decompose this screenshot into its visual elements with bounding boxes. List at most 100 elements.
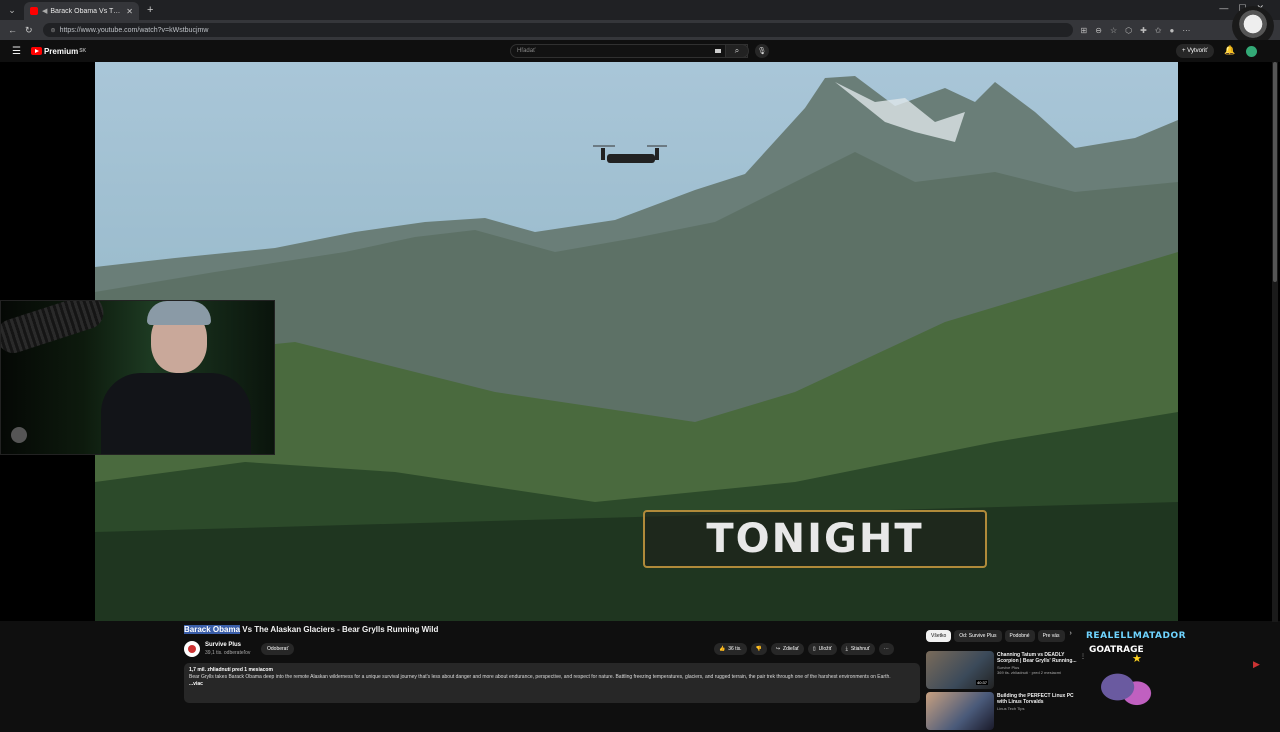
save-button[interactable]: ▯ Uložiť xyxy=(807,643,837,655)
url-field[interactable]: ⊜ https://www.youtube.com/watch?v=kWstbu… xyxy=(42,23,1073,37)
dislike-button[interactable]: 👎 xyxy=(750,643,767,655)
youtube-favicon-icon xyxy=(30,7,38,15)
like-count: 36 tis. xyxy=(728,646,742,652)
zoom-icon[interactable]: ⊖ xyxy=(1095,26,1102,35)
browser-tab[interactable]: ◀ Barack Obama Vs The Alaskan ✕ xyxy=(24,2,139,20)
video-actions: 👍 36 tis. 👎 ↪ Zdieľať ▯ Uložiť ⤓ Stiahnuť ⋯ xyxy=(714,643,894,655)
chip-related[interactable]: Podobné xyxy=(1004,630,1035,642)
like-button[interactable]: 👍 36 tis. xyxy=(714,643,747,655)
overlay-text: TONIGHT xyxy=(706,516,924,562)
goat-mascot-image: ★ xyxy=(1092,653,1156,718)
recommendations-sidebar: Všetko Od: Survive Plus Podobné Pre vás … xyxy=(926,630,1086,730)
filter-chips: Všetko Od: Survive Plus Podobné Pre vás … xyxy=(926,630,1086,642)
recommendation-channel[interactable]: Linus Tech Tips xyxy=(997,706,1077,711)
video-info: Barack Obama Vs The Alaskan Glaciers - B… xyxy=(184,625,924,703)
extension-icon[interactable]: ⬡ xyxy=(1125,26,1132,35)
site-info-icon[interactable]: ⊜ xyxy=(51,27,56,34)
webcam-overlay xyxy=(0,300,275,455)
description-box[interactable]: 1,7 mil. zhliadnutí pred 1 mesiacom Bear… xyxy=(184,663,920,703)
scrollbar-thumb[interactable] xyxy=(1273,62,1277,282)
recommendation-thumbnail[interactable] xyxy=(926,692,994,730)
views-line: 1,7 mil. zhliadnutí pred 1 mesiacom xyxy=(189,667,273,673)
subscriber-count: 39,1 tis. odberateľov xyxy=(205,650,251,656)
microphone-image xyxy=(1,301,108,358)
search-icon: ⌕ xyxy=(734,46,740,55)
mic-icon: 🎙 xyxy=(757,48,767,55)
back-icon[interactable]: ← xyxy=(8,25,17,35)
logo-text: Premium xyxy=(43,46,79,56)
share-button[interactable]: ↪ Zdieľať xyxy=(770,643,804,655)
search-placeholder: Hľadať xyxy=(517,48,536,54)
chip-all[interactable]: Všetko xyxy=(926,630,952,642)
thumb-up-icon: 👍 xyxy=(719,646,726,652)
aircraft xyxy=(593,145,667,163)
share-icon: ↪ xyxy=(775,646,781,652)
channel-row: Survive Plus 39,1 tis. odberateľov Odobe… xyxy=(184,639,924,659)
youtube-premium-logo[interactable]: Premium SK xyxy=(30,46,87,56)
logo-country: SK xyxy=(79,48,87,54)
tab-title: Barack Obama Vs The Alaskan xyxy=(50,7,123,15)
browser-tab-bar: ⌄ ◀ Barack Obama Vs The Alaskan ✕ + —☐✕ xyxy=(0,0,1280,20)
recommendation-item[interactable]: 40:37 Channing Tatum vs DEADLY Scorpion … xyxy=(926,651,1086,691)
create-button[interactable]: + Vytvoriť xyxy=(1176,44,1214,58)
chip-from-channel[interactable]: Od: Survive Plus xyxy=(954,630,1002,642)
chips-next-icon[interactable]: › xyxy=(1070,630,1072,642)
page-scrollbar[interactable] xyxy=(1272,62,1278,622)
more-actions-button[interactable]: ⋯ xyxy=(878,643,894,655)
recommendation-meta: Linus Tech Tips xyxy=(997,706,1077,711)
audio-playing-icon[interactable]: ◀ xyxy=(42,7,47,15)
recommendation-menu-icon[interactable]: ⋮ xyxy=(1080,653,1086,660)
save-label: Uložiť xyxy=(818,646,832,652)
browser-menu-icon[interactable]: ⋯ xyxy=(1182,26,1190,35)
description-text: Bear Grylls takes Barack Obama deep into… xyxy=(189,674,891,680)
new-tab-icon[interactable]: + xyxy=(147,4,153,16)
reload-icon[interactable]: ↻ xyxy=(25,25,33,36)
recommendation-title[interactable]: Channing Tatum vs DEADLY Scorpion | Bear… xyxy=(997,652,1077,664)
menu-hamburger-icon[interactable]: ☰ xyxy=(12,46,21,57)
star-icon: ★ xyxy=(1132,653,1142,665)
video-duration: 40:37 xyxy=(976,680,989,685)
video-title: Barack Obama Vs The Alaskan Glaciers - B… xyxy=(184,625,924,634)
streamer-name-overlay: REALELLMATADOR xyxy=(1086,631,1187,641)
favorites-icon[interactable]: ✩ xyxy=(1155,26,1162,35)
keyboard-icon[interactable] xyxy=(715,49,721,53)
search-button[interactable]: ⌕ xyxy=(725,44,749,58)
recommendation-stats: 369 tis. zhliadnutí · pred 2 mesiacmi xyxy=(997,670,1062,675)
voice-search-button[interactable]: 🎙 xyxy=(755,44,769,58)
profile-icon[interactable]: ● xyxy=(1170,26,1175,35)
show-more-link[interactable]: ...viac xyxy=(189,681,915,688)
recommendation-item[interactable]: Building the PERFECT Linux PC with Linus… xyxy=(926,692,1086,732)
download-label: Stiahnuť xyxy=(850,646,870,652)
streamer-body xyxy=(101,373,251,454)
webcam-logo-icon xyxy=(11,427,27,443)
channel-avatar[interactable] xyxy=(184,641,200,657)
address-bar-row: ← ↻ ⊜ https://www.youtube.com/watch?v=kW… xyxy=(0,20,1280,40)
recommendation-title[interactable]: Building the PERFECT Linux PC with Linus… xyxy=(997,693,1077,705)
streamer-cap xyxy=(147,301,211,325)
url-text: https://www.youtube.com/watch?v=kWstbucj… xyxy=(59,26,209,34)
download-icon: ⤓ xyxy=(845,646,848,652)
recommendation-meta: Survive Plus 369 tis. zhliadnutí · pred … xyxy=(997,665,1077,675)
channel-name[interactable]: Survive Plus xyxy=(205,642,241,648)
download-button[interactable]: ⤓ Stiahnuť xyxy=(840,643,875,655)
youtube-header: ☰ Premium SK Hľadať ⌕ 🎙 + Vytvoriť 🔔 xyxy=(0,40,1280,62)
subscribe-button[interactable]: Odoberať xyxy=(261,643,295,655)
chip-for-you[interactable]: Pre vás xyxy=(1037,630,1065,642)
account-avatar[interactable] xyxy=(1246,46,1257,57)
tab-list-chevron-icon[interactable]: ⌄ xyxy=(4,2,20,18)
apps-icon[interactable]: ⊞ xyxy=(1081,26,1088,35)
create-label: Vytvoriť xyxy=(1187,48,1208,54)
close-tab-icon[interactable]: ✕ xyxy=(126,7,133,16)
more-icon: ⋯ xyxy=(883,646,889,652)
title-rest: Vs The Alaskan Glaciers - Bear Grylls Ru… xyxy=(240,625,439,634)
tonight-title-card: TONIGHT xyxy=(643,510,987,568)
extensions-puzzle-icon[interactable]: ✚ xyxy=(1140,26,1147,35)
youtube-watermark-icon: ▶ xyxy=(1253,659,1260,669)
title-highlighted-text[interactable]: Barack Obama xyxy=(184,625,241,634)
search-input[interactable]: Hľadať xyxy=(510,44,748,58)
bookmark-star-icon[interactable]: ☆ xyxy=(1110,26,1117,35)
notifications-bell-icon[interactable]: 🔔 xyxy=(1224,45,1235,56)
thumb-down-icon: 👎 xyxy=(755,646,762,652)
bookmark-icon: ▯ xyxy=(812,646,816,652)
share-label: Zdieľať xyxy=(783,646,799,652)
